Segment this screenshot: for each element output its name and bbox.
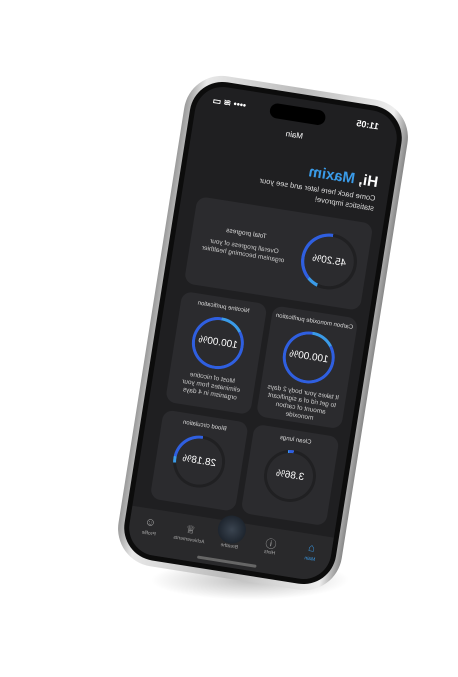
app-screen: 11:05 •••• ≋ ▭ Main Hi, Maxim Come back … bbox=[125, 82, 401, 584]
home-icon: ⌂ bbox=[307, 541, 316, 555]
tab-label: Profile bbox=[141, 529, 157, 538]
total-progress-card[interactable]: 45.20% Total progress Overall progress o… bbox=[183, 196, 374, 311]
tab-main[interactable]: ⌂ Main bbox=[289, 540, 331, 583]
status-icons: •••• ≋ ▭ bbox=[212, 95, 247, 111]
progress-ring: 3.86% bbox=[260, 446, 320, 506]
card-title: Blood circulation bbox=[182, 419, 227, 433]
tab-profile[interactable]: ☺ Profile bbox=[128, 514, 170, 557]
progress-ring: 28.18% bbox=[169, 431, 229, 492]
greeting-hi: Hi, bbox=[357, 171, 380, 192]
card-value: 3.86% bbox=[275, 467, 305, 484]
tab-hints[interactable]: ⓘ Hints bbox=[248, 533, 290, 576]
carbon-monoxide-card[interactable]: Carbon monoxide purification 100.00% It … bbox=[255, 305, 359, 430]
progress-ring: 100.00% bbox=[278, 327, 339, 388]
card-value: 100.00% bbox=[288, 348, 330, 366]
total-progress-ring: 45.20% bbox=[296, 229, 362, 294]
total-progress-value: 45.20% bbox=[311, 252, 347, 270]
card-value: 100.00% bbox=[197, 334, 239, 352]
trophy-icon: ♕ bbox=[184, 523, 197, 537]
card-description: It takes your body 2 days to get rid of … bbox=[266, 383, 340, 422]
tab-label: Hints bbox=[263, 548, 276, 557]
tab-label: Main bbox=[303, 555, 316, 563]
tab-label: Achievements bbox=[172, 534, 205, 546]
blood-circulation-card[interactable]: Blood circulation 28.18% bbox=[149, 409, 249, 512]
card-title: Carbon monoxide purification bbox=[275, 312, 354, 331]
progress-ring: 100.00% bbox=[188, 313, 248, 373]
total-progress-text: Total progress Overall progress of your … bbox=[195, 223, 294, 267]
card-title: Clean lungs bbox=[279, 434, 312, 446]
card-description: Most of nicotine eliminates from your or… bbox=[181, 371, 241, 402]
nicotine-card[interactable]: Nicotine purification 100.00% Most of ni… bbox=[165, 290, 268, 415]
card-value: 28.18% bbox=[181, 453, 217, 470]
card-title: Nicotine purification bbox=[197, 300, 250, 315]
phone-mockup: 11:05 •••• ≋ ▭ Main Hi, Maxim Come back … bbox=[112, 70, 414, 596]
clean-lungs-card[interactable]: Clean lungs 3.86% bbox=[240, 423, 340, 527]
status-time: 11:05 bbox=[355, 118, 380, 132]
phone-bezel: 11:05 •••• ≋ ▭ Main Hi, Maxim Come back … bbox=[119, 77, 407, 589]
